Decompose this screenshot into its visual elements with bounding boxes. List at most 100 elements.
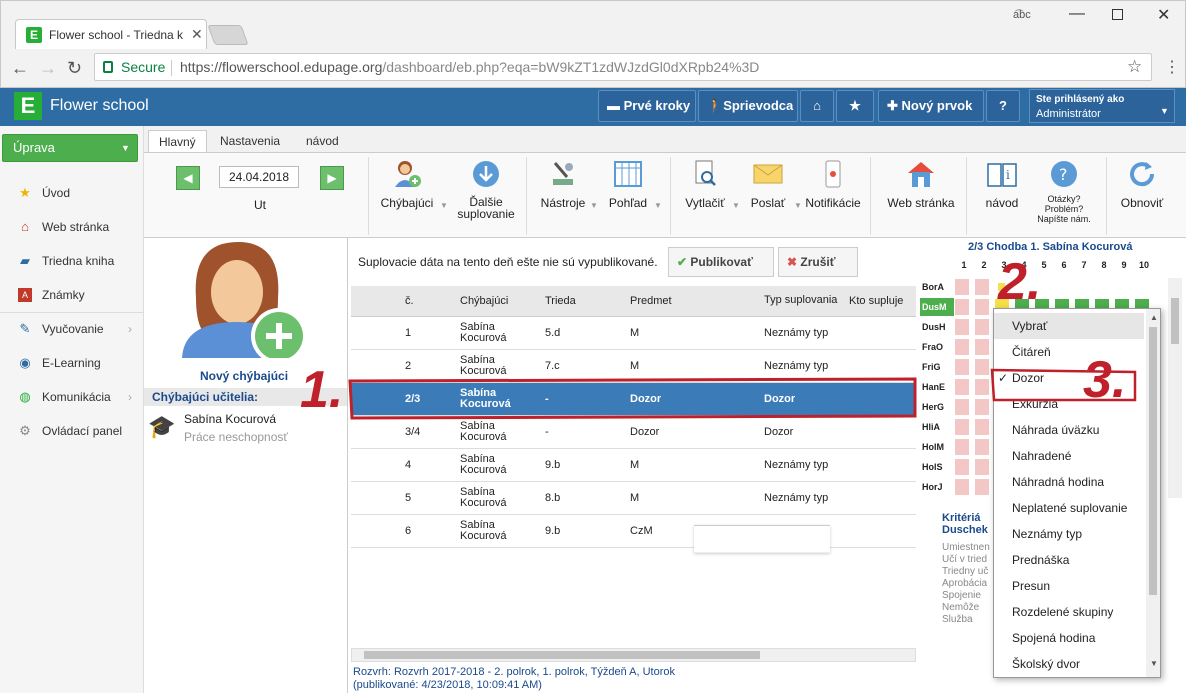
grid-cell[interactable] — [974, 278, 990, 296]
dropdown-arrow-icon[interactable]: ▼ — [440, 201, 448, 210]
dropdown-option[interactable]: Prednáška — [994, 547, 1144, 573]
grid-cell[interactable] — [954, 478, 970, 496]
grid-cell[interactable] — [974, 378, 990, 396]
horizontal-scrollbar[interactable] — [351, 648, 916, 662]
date-field[interactable]: 24.04.2018 — [219, 166, 299, 188]
teacher-row-label[interactable]: HerG — [922, 398, 952, 416]
grid-cell[interactable] — [974, 478, 990, 496]
dropdown-option[interactable]: Nahradené — [994, 443, 1144, 469]
grid-cell[interactable] — [954, 298, 970, 316]
scrollbar-thumb[interactable] — [364, 651, 760, 659]
grid-cell[interactable] — [954, 378, 970, 396]
table-row[interactable]: 4 Sabína Kocurová 9.b M Neznámy typ — [351, 448, 916, 482]
absent-teacher-name[interactable]: Sabína Kocurová — [184, 412, 276, 426]
table-cell[interactable] — [843, 316, 916, 350]
teacher-row-label[interactable]: BorA — [922, 278, 952, 296]
uprava-button[interactable]: Úprava ▼ — [2, 134, 138, 162]
grid-cell[interactable] — [974, 298, 990, 316]
sidebar-item-grades[interactable]: A Známky — [0, 280, 143, 310]
sidebar-item-elearning[interactable]: ◉ E-Learning — [0, 348, 143, 378]
teacher-row-label[interactable]: HorJ — [922, 478, 952, 496]
grid-cell[interactable] — [954, 338, 970, 356]
dropdown-arrow-icon[interactable]: ▼ — [654, 201, 662, 210]
grid-cell[interactable] — [974, 438, 990, 456]
grid-cell[interactable] — [974, 358, 990, 376]
dropdown-option[interactable]: Rozdelené skupiny — [994, 599, 1144, 625]
table-cell[interactable] — [843, 448, 916, 482]
grid-cell[interactable] — [974, 418, 990, 436]
table-cell[interactable]: Neznámy typ — [758, 481, 843, 515]
substitution-type-dropdown[interactable]: Vybrať Čitáreň ✓ Dozor Exkurzia Náhrada úväzk… — [993, 308, 1161, 678]
grid-cell[interactable] — [954, 418, 970, 436]
dropdown-scrollbar[interactable]: ▲ ▼ — [1146, 309, 1160, 677]
dropdown-option[interactable]: Náhrada úväzku — [994, 417, 1144, 443]
col-header-absent[interactable]: Chýbajúci — [454, 286, 539, 317]
grid-cell[interactable] — [974, 458, 990, 476]
home-button[interactable]: ⌂ — [800, 90, 834, 122]
tab-navod[interactable]: návod — [296, 130, 349, 152]
forward-icon[interactable]: → — [39, 58, 57, 79]
vertical-scrollbar[interactable] — [1168, 278, 1182, 498]
dropdown-option[interactable]: Neznámy typ — [994, 521, 1144, 547]
table-cell[interactable]: Neznámy typ — [758, 448, 843, 482]
new-absent-avatar-icon[interactable] — [182, 238, 312, 358]
teacher-row-label[interactable]: DusM — [920, 298, 954, 316]
print-button[interactable]: Vytlačiť — [680, 159, 730, 210]
scrollbar-thumb[interactable] — [1171, 298, 1179, 344]
help-button[interactable]: ? — [986, 90, 1020, 122]
close-window-icon[interactable]: ✕ — [1157, 5, 1170, 25]
col-header-substitute[interactable]: Kto supluje — [843, 286, 916, 317]
teacher-row-label[interactable]: DusH — [922, 318, 952, 336]
teacher-row-label[interactable]: HanE — [922, 378, 952, 396]
sidebar-item-teaching[interactable]: ✎ Vyučovanie › — [0, 314, 143, 344]
questions-button[interactable]: ? Otázky? Problém? Napíšte nám. — [1034, 159, 1094, 224]
sidebar-item-class-book[interactable]: ▰ Triedna kniha — [0, 246, 143, 276]
table-cell[interactable] — [843, 514, 916, 548]
dropdown-option[interactable]: Náhradná hodina — [994, 469, 1144, 495]
grid-cell[interactable] — [954, 398, 970, 416]
teacher-row-label[interactable]: FraO — [922, 338, 952, 356]
table-row[interactable]: 6 Sabína Kocurová 9.b CzM — [351, 514, 916, 548]
cancel-button[interactable]: ✖ Zrušiť — [778, 247, 858, 277]
grid-cell[interactable] — [954, 318, 970, 336]
tab-close-icon[interactable]: ✕ — [191, 26, 203, 43]
table-cell[interactable] — [843, 415, 916, 449]
bookmark-star-icon[interactable]: ☆ — [1127, 57, 1142, 77]
grid-cell[interactable] — [1054, 278, 1070, 296]
new-absent-link[interactable]: Nový chýbajúci — [200, 369, 288, 383]
reload-icon[interactable]: ↻ — [67, 58, 82, 79]
scroll-up-icon[interactable]: ▲ — [1150, 313, 1158, 322]
table-cell[interactable] — [843, 481, 916, 515]
grid-cell[interactable] — [1074, 278, 1090, 296]
scrollbar-thumb[interactable] — [1149, 327, 1157, 595]
dropdown-option[interactable]: Školský dvor — [994, 651, 1144, 677]
publish-button[interactable]: ✔ Publikovať — [668, 247, 774, 277]
user-menu[interactable]: Ste prihlásený ako Administrátor ▼ — [1029, 89, 1175, 123]
sidebar-item-web[interactable]: ⌂ Web stránka — [0, 212, 143, 242]
sidebar-item-communication[interactable]: ◍ Komunikácia › — [0, 382, 143, 412]
table-row[interactable]: 5 Sabína Kocurová 8.b M Neznámy typ — [351, 481, 916, 515]
more-substitution-button[interactable]: Ďalšie suplovanie — [452, 159, 520, 220]
back-icon[interactable]: ← — [11, 58, 29, 79]
col-header-class[interactable]: Trieda — [539, 286, 624, 317]
grid-cell[interactable] — [974, 398, 990, 416]
browser-tab[interactable]: E Flower school - Triedna k ✕ — [15, 19, 207, 49]
tools-button[interactable]: Nástroje — [538, 159, 588, 210]
table-cell[interactable]: Dozor — [758, 415, 843, 449]
grid-cell[interactable] — [954, 438, 970, 456]
grid-cell[interactable] — [974, 338, 990, 356]
menu-kebab-icon[interactable]: ⋮ — [1164, 57, 1180, 77]
teacher-row-label[interactable]: HliA — [922, 418, 952, 436]
refresh-button[interactable]: Obnoviť — [1116, 159, 1168, 210]
notifications-button[interactable]: Notifikácie — [804, 159, 862, 210]
tab-nastavenia[interactable]: Nastavenia — [210, 130, 290, 152]
sidebar-item-uvod[interactable]: ★ Úvod — [0, 178, 143, 208]
edupage-logo[interactable]: E — [14, 92, 42, 120]
dropdown-arrow-icon[interactable]: ▼ — [794, 201, 802, 210]
address-bar[interactable]: Secure https://flowerschool.edupage.org/… — [94, 53, 1152, 81]
grid-cell[interactable] — [974, 318, 990, 336]
new-tab-button[interactable] — [207, 25, 249, 45]
teacher-row-label[interactable]: FriG — [922, 358, 952, 376]
table-cell[interactable]: Dozor — [758, 382, 843, 416]
table-cell[interactable]: Neznámy typ — [758, 349, 843, 383]
